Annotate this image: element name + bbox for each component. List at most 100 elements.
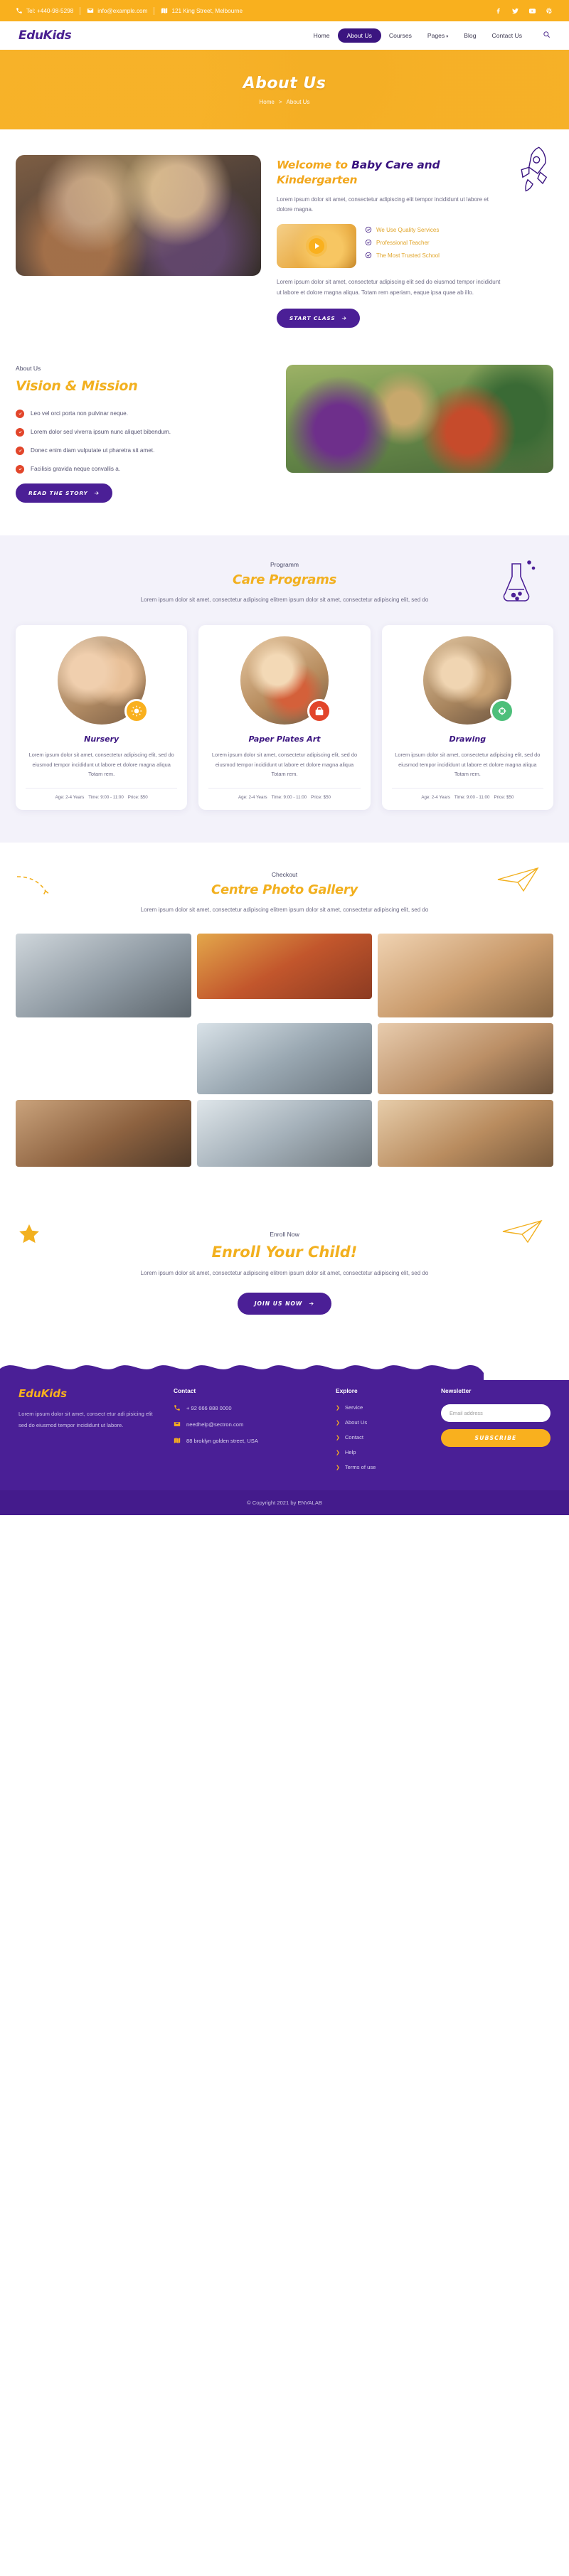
join-us-now-label: JOIN US NOW — [254, 1300, 303, 1308]
program-card[interactable]: Paper Plates Art Lorem ipsum dolor sit a… — [198, 624, 371, 810]
map-icon — [174, 1438, 181, 1444]
welcome-body-text: Lorem ipsum dolor sit amet, consectetur … — [277, 279, 501, 296]
gallery-image[interactable] — [378, 1023, 553, 1095]
footer-address-text: 88 broklyn golden street, USA — [186, 1437, 258, 1444]
welcome-lead-text: Lorem ipsum dolor sit amet, consectetur … — [277, 196, 489, 213]
chevron-right-icon: ❯ — [336, 1435, 340, 1441]
page-title: About Us — [243, 74, 326, 92]
vision-item-label: Leo vel orci porta non pulvinar neque. — [31, 410, 129, 417]
footer-link-about-us[interactable]: ❯ About Us — [336, 1419, 428, 1426]
nav-item-courses[interactable]: Courses — [381, 28, 420, 43]
search-icon[interactable] — [543, 29, 551, 42]
footer-phone[interactable]: + 92 666 888 0000 — [174, 1404, 323, 1411]
gallery-image[interactable] — [196, 1023, 373, 1095]
chevron-right-icon: ❯ — [336, 1420, 340, 1426]
program-title: Drawing — [449, 734, 486, 744]
start-class-label: START CLASS — [289, 314, 336, 321]
program-time: Time: 9:00 - 11:00 — [454, 794, 490, 800]
map-icon — [161, 8, 168, 14]
topbar-phone[interactable]: Tel: +440-98-5298 — [16, 7, 73, 14]
pinterest-icon[interactable] — [546, 7, 553, 15]
play-icon[interactable] — [309, 238, 324, 255]
topbar-address[interactable]: 121 King Street, Melbourne — [161, 7, 243, 14]
breadcrumb-home[interactable]: Home — [260, 99, 275, 105]
vision-item-label: Facilisis gravida neque convallis a. — [31, 466, 121, 473]
footer-link-help[interactable]: ❯ Help — [336, 1449, 428, 1455]
program-card[interactable]: Drawing Lorem ipsum dolor sit amet, cons… — [381, 624, 553, 810]
gallery-image[interactable] — [16, 934, 191, 1018]
subscribe-button[interactable]: SUBSCRIBE — [441, 1429, 551, 1448]
check-circle-icon — [365, 239, 372, 246]
site-logo[interactable]: EduKids — [18, 28, 72, 43]
welcome-video-thumbnail[interactable] — [277, 224, 356, 269]
vision-list: Leo vel orci porta non pulvinar neque. L… — [16, 409, 272, 474]
main-navigation: EduKids Home About Us Courses Pages ▾ Blo… — [0, 21, 569, 50]
photo-gallery-section: Checkout Centre Photo Gallery Lorem ipsu… — [0, 843, 569, 1198]
program-photo — [240, 636, 331, 725]
check-icon — [16, 446, 24, 455]
footer-link-contact[interactable]: ❯ Contact — [336, 1434, 428, 1441]
program-title: Paper Plates Art — [248, 734, 321, 744]
read-the-story-button[interactable]: READ THE STORY — [16, 483, 112, 503]
vision-list-item: Donec enim diam vulputate ut pharetra si… — [16, 446, 272, 455]
vision-list-item: Facilisis gravida neque convallis a. — [16, 464, 272, 474]
footer-link-label: Service — [344, 1404, 363, 1411]
vision-mission-section: About Us Vision & Mission Leo vel orci p… — [0, 349, 569, 535]
vision-content: About Us Vision & Mission Leo vel orci p… — [16, 365, 272, 503]
footer-address[interactable]: 88 broklyn golden street, USA — [174, 1437, 323, 1444]
arrow-right-icon — [94, 491, 99, 495]
facebook-icon[interactable] — [494, 7, 502, 15]
gallery-image[interactable] — [196, 934, 373, 1000]
footer-email-text: needhelp@sectron.com — [186, 1421, 244, 1428]
programs-eyebrow: Programm — [270, 560, 299, 568]
welcome-content: Welcome to Baby Care and Kindergarten Lor… — [277, 146, 553, 328]
check-icon — [16, 409, 24, 418]
flask-illustration — [503, 560, 536, 602]
chevron-down-icon: ▾ — [446, 35, 449, 39]
newsletter-email-input[interactable] — [441, 1404, 551, 1423]
vision-eyebrow: About Us — [16, 364, 41, 372]
gallery-header: Checkout Centre Photo Gallery Lorem ipsu… — [16, 871, 553, 915]
footer-link-label: Terms of use — [344, 1464, 376, 1471]
nav-item-pages[interactable]: Pages ▾ — [420, 28, 456, 43]
footer-link-label: Contact — [344, 1434, 364, 1441]
program-text: Lorem ipsum dolor sit amet, consectetur … — [28, 751, 174, 778]
topbar-email[interactable]: info@example.com — [87, 7, 147, 14]
check-circle-icon — [365, 252, 372, 259]
vision-item-label: Lorem dolor sed viverra ipsum nunc aliqu… — [31, 429, 171, 436]
welcome-photo — [16, 155, 261, 276]
program-photo — [57, 636, 149, 725]
nav-item-about-us[interactable]: About Us — [337, 28, 381, 43]
phone-icon — [174, 1405, 180, 1411]
gallery-image[interactable] — [378, 934, 553, 1018]
gallery-image[interactable] — [378, 1100, 553, 1167]
dashed-arrow-illustration — [16, 876, 50, 897]
footer-logo[interactable]: EduKids — [18, 1387, 161, 1400]
join-us-now-button[interactable]: JOIN US NOW — [237, 1293, 332, 1315]
twitter-icon[interactable] — [511, 7, 519, 15]
program-card-list: Nursery Lorem ipsum dolor sit amet, cons… — [16, 624, 553, 810]
footer-explore-list: ❯ Service ❯ About Us ❯ Contact ❯ Help ❯ Terms… — [336, 1404, 428, 1470]
vision-item-label: Donec enim diam vulputate ut pharetra si… — [31, 447, 155, 454]
program-card[interactable]: Nursery Lorem ipsum dolor sit amet, cons… — [16, 624, 188, 810]
nav-item-contact-us[interactable]: Contact Us — [484, 28, 530, 43]
footer-email[interactable]: needhelp@sectron.com — [174, 1421, 323, 1428]
gallery-image[interactable] — [16, 1100, 191, 1167]
site-footer: EduKids Lorem ipsum dolor sit amet, cons… — [0, 1380, 569, 1491]
start-class-button[interactable]: START CLASS — [277, 308, 360, 328]
copyright-bar: © Copyright 2021 by ENVALAB — [0, 1490, 569, 1516]
nav-item-blog[interactable]: Blog — [456, 28, 484, 43]
nav-item-home[interactable]: Home — [306, 28, 338, 43]
footer-link-service[interactable]: ❯ Service — [336, 1404, 428, 1411]
vision-list-item: Leo vel orci porta non pulvinar neque. — [16, 409, 272, 418]
feature-label: Professional Teacher — [376, 239, 430, 246]
footer-wave-divider — [0, 1365, 484, 1381]
footer-link-label: About Us — [344, 1419, 368, 1426]
program-title: Nursery — [84, 734, 119, 744]
footer-link-terms-of-use[interactable]: ❯ Terms of use — [336, 1464, 428, 1470]
star-illustration — [19, 1224, 39, 1244]
youtube-icon[interactable] — [528, 7, 536, 15]
footer-newsletter-heading: Newsletter — [441, 1387, 472, 1395]
gallery-image[interactable] — [196, 1100, 373, 1167]
welcome-feature-list: We Use Quality Services Professional Tea… — [365, 224, 440, 259]
